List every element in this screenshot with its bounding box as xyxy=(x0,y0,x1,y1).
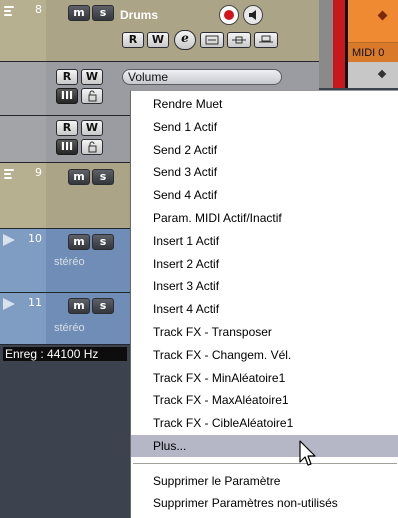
part-marker-icon xyxy=(377,10,388,21)
read-automation-button[interactable]: R xyxy=(56,69,78,85)
track-name[interactable]: Drums xyxy=(120,8,158,22)
sends-icon xyxy=(259,35,273,43)
track-number: 8 xyxy=(35,3,42,16)
lock-icon xyxy=(88,141,97,153)
menu-item[interactable]: Rendre Muet xyxy=(131,93,398,115)
speaker-icon xyxy=(249,10,256,20)
insert-button[interactable] xyxy=(227,32,251,48)
audio-track-icon xyxy=(3,234,15,246)
record-format-status: Enreg : 44100 Hz xyxy=(3,347,127,361)
menu-item[interactable]: Plus... xyxy=(131,435,398,457)
automation-parameter-selector[interactable]: Volume xyxy=(122,69,282,85)
solo-button[interactable]: s xyxy=(92,5,114,21)
menu-item[interactable]: Send 1 Actif xyxy=(131,116,398,138)
track-header-drums[interactable]: m s Drums R W e xyxy=(46,0,319,62)
automation-event-cell[interactable] xyxy=(348,62,398,88)
track-color-strip[interactable]: 11 xyxy=(0,293,46,345)
edit-instrument-button[interactable]: e xyxy=(174,30,196,50)
mute-button[interactable]: m xyxy=(68,5,90,21)
e-icon: e xyxy=(181,31,189,45)
track-color-strip[interactable]: 8 xyxy=(0,0,46,62)
menu-item-delete-parameter[interactable]: Supprimer le Paramètre xyxy=(131,470,398,492)
menu-item[interactable]: Send 3 Actif xyxy=(131,161,398,183)
menu-item-delete-unused-parameters[interactable]: Supprimer Paramètres non-utilisés xyxy=(131,492,398,514)
menu-item[interactable]: Insert 3 Actif xyxy=(131,275,398,297)
insert-icon xyxy=(232,36,246,44)
menu-separator xyxy=(133,463,397,464)
track-color-strip[interactable]: 10 xyxy=(0,229,46,293)
track-color-strip[interactable]: 9 xyxy=(0,163,46,229)
sends-button[interactable] xyxy=(254,32,278,48)
menu-item[interactable]: Track FX - Transposer xyxy=(131,321,398,343)
menu-item[interactable]: Track FX - MinAléatoire1 xyxy=(131,367,398,389)
track-menu-icon[interactable] xyxy=(4,6,14,18)
record-enable-button[interactable] xyxy=(219,5,239,25)
mute-automation-button[interactable]: III xyxy=(56,88,78,104)
track-number: 10 xyxy=(28,232,42,245)
channel-settings-icon xyxy=(205,35,219,45)
menu-item[interactable]: Track FX - Changem. Vél. xyxy=(131,344,398,366)
menu-item[interactable]: Send 4 Actif xyxy=(131,184,398,206)
solo-button[interactable]: s xyxy=(92,298,114,314)
mute-button[interactable]: m xyxy=(68,169,90,185)
automation-point-icon xyxy=(377,69,387,79)
track-number: 11 xyxy=(28,296,42,309)
track-number: 9 xyxy=(35,166,42,179)
track-channel-config: stéréo xyxy=(54,256,85,268)
menu-item[interactable]: Track FX - MaxAléatoire1 xyxy=(131,389,398,411)
lock-icon xyxy=(88,90,97,102)
automation-lane-strip xyxy=(0,116,46,163)
menu-item[interactable]: Insert 1 Actif xyxy=(131,230,398,252)
project-window: 8 m s Drums R W e R W Volume III R W III… xyxy=(0,0,398,518)
track-menu-icon[interactable] xyxy=(4,169,14,181)
monitor-button[interactable] xyxy=(243,5,263,25)
menu-item[interactable]: Insert 2 Actif xyxy=(131,253,398,275)
edit-channel-button[interactable] xyxy=(200,32,224,48)
audio-track-icon xyxy=(3,298,15,310)
solo-button[interactable]: s xyxy=(92,169,114,185)
mute-button[interactable]: m xyxy=(68,298,90,314)
mouse-cursor-icon xyxy=(299,440,316,466)
mute-button[interactable]: m xyxy=(68,234,90,250)
write-automation-button[interactable]: W xyxy=(147,32,169,48)
lock-button[interactable] xyxy=(81,139,103,155)
mute-automation-button[interactable]: III xyxy=(56,139,78,155)
write-automation-button[interactable]: W xyxy=(81,69,103,85)
midi-part-label[interactable]: MIDI 0 xyxy=(348,42,398,62)
mute-lane-icon: III xyxy=(60,89,74,102)
menu-item[interactable]: Param. MIDI Actif/Inactif xyxy=(131,207,398,229)
mute-lane-icon: III xyxy=(60,140,74,153)
write-automation-button[interactable]: W xyxy=(81,120,103,136)
menu-item[interactable]: Insert 4 Actif xyxy=(131,298,398,320)
lock-button[interactable] xyxy=(81,88,103,104)
automation-lane-strip xyxy=(0,62,46,116)
solo-button[interactable]: s xyxy=(92,234,114,250)
menu-item[interactable]: Send 2 Actif xyxy=(131,139,398,161)
record-indicator-bar xyxy=(333,0,345,88)
context-menu: Rendre Muet Send 1 Actif Send 2 Actif Send … xyxy=(130,90,398,518)
record-icon xyxy=(224,10,234,20)
read-automation-button[interactable]: R xyxy=(122,32,144,48)
track-channel-config: stéréo xyxy=(54,322,85,334)
menu-item[interactable]: Track FX - CibleAléatoire1 xyxy=(131,412,398,434)
read-automation-button[interactable]: R xyxy=(56,120,78,136)
